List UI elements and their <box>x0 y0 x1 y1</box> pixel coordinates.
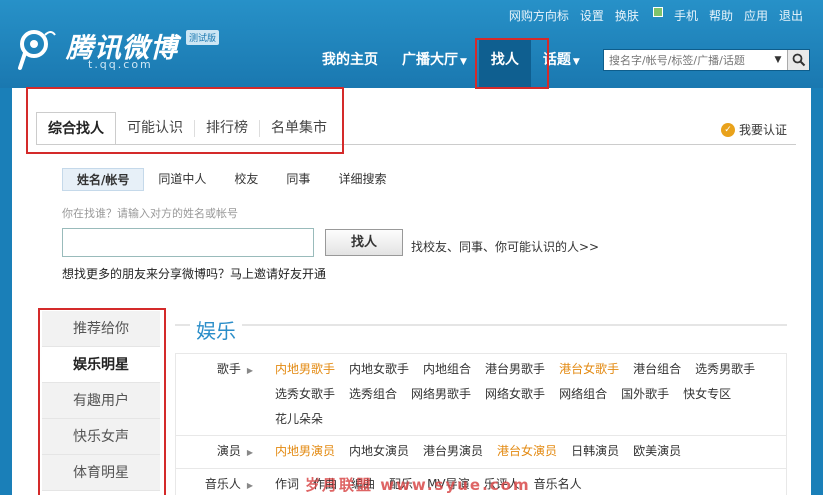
tab-divider <box>36 144 796 145</box>
category-name: 演员 ▶ <box>176 439 261 465</box>
tab[interactable]: 名单集市 <box>260 120 338 137</box>
invite-link[interactable]: 想找更多的朋友来分享微博吗？马上邀请好友开通 <box>62 265 326 282</box>
category-link[interactable]: 选秀组合 <box>349 382 397 407</box>
sidebar-item[interactable]: 快乐女声 <box>42 419 160 455</box>
category-link[interactable]: 网络组合 <box>559 382 607 407</box>
category-link[interactable]: 网络女歌手 <box>485 382 545 407</box>
triangle-right-icon: ▶ <box>246 481 253 490</box>
category-link[interactable]: 港台女演员 <box>497 439 557 465</box>
find-more-link[interactable]: 找校友、同事、你可能认识的人>> <box>411 238 599 255</box>
nav-item[interactable]: 话题 ▼ <box>531 40 592 88</box>
find-person-button[interactable]: 找人 <box>325 229 403 256</box>
nav-item-label: 广播大厅 <box>402 52 458 68</box>
category-link[interactable]: 作词 <box>275 472 299 495</box>
category-links: 内地男演员 内地女演员 港台男演员 港台女演员 日韩演员 欧美演员 <box>261 439 786 465</box>
top-link[interactable]: 退出 <box>779 7 803 24</box>
logo-url: t.qq.com <box>88 58 153 71</box>
verify-label: 我要认证 <box>738 123 787 137</box>
category-row: 歌手 ▶ 内地男歌手 内地女歌手 内地组合 港台男歌手 港台女歌手 港台组合 选秀男歌手选秀女歌… <box>176 354 786 436</box>
category-link[interactable]: 选秀男歌手 <box>695 357 755 382</box>
category-label: 歌手 <box>216 362 241 376</box>
sidebar-item[interactable]: 娱乐明星 <box>42 347 160 383</box>
nav-item[interactable]: 我的主页 <box>310 40 390 88</box>
category-link[interactable]: 内地女歌手 <box>349 357 409 382</box>
category-link[interactable]: 网络男歌手 <box>411 382 471 407</box>
watermark: 岁月联盟 www.syue.com <box>305 476 531 494</box>
category-link[interactable]: 内地组合 <box>423 357 471 382</box>
beta-badge: 测试版 <box>186 30 220 45</box>
nav-item-label: 找人 <box>490 52 519 68</box>
triangle-right-icon: ▶ <box>246 448 253 457</box>
top-link[interactable]: 网购方向标 <box>509 7 569 24</box>
top-link[interactable]: 应用 <box>744 7 768 24</box>
category-link[interactable]: 国外歌手 <box>621 382 669 407</box>
search-mode-tab[interactable]: 同道中人 <box>144 168 220 191</box>
category-link[interactable]: 选秀女歌手 <box>275 382 335 407</box>
find-person-input[interactable] <box>62 228 314 257</box>
category-link[interactable]: 港台女歌手 <box>559 357 619 382</box>
tab[interactable]: 综合找人 <box>36 112 116 145</box>
category-link[interactable]: 内地男演员 <box>275 439 335 465</box>
category-sidebar: 推荐给你 娱乐明星 有趣用户 快乐女声 体育明星 <box>42 311 160 491</box>
category-name: 歌手 ▶ <box>176 357 261 432</box>
category-link[interactable]: 内地男歌手 <box>275 357 335 382</box>
chevron-down-icon: ▼ <box>460 57 467 67</box>
search-mode-tabs: 姓名/帐号 同道中人 校友 同事 详细搜索 <box>62 168 400 191</box>
main-nav: 我的主页 广播大厅 ▼ 找人 话题 ▼ <box>310 40 592 96</box>
sidebar-item[interactable]: 有趣用户 <box>42 383 160 419</box>
category-row: 演员 ▶ 内地男演员 内地女演员 港台男演员 港台女演员 日韩演员 欧美演员 <box>176 436 786 469</box>
nav-item-label: 我的主页 <box>322 52 378 68</box>
category-link[interactable]: 港台组合 <box>633 357 681 382</box>
nav-item[interactable]: 找人 <box>478 40 531 96</box>
logo[interactable]: 腾讯微博 测试版 t.qq.com <box>14 26 244 76</box>
category-links: 内地男歌手 内地女歌手 内地组合 港台男歌手 港台女歌手 港台组合 选秀男歌手选秀女歌手 选秀… <box>261 357 786 432</box>
section-divider <box>175 324 787 326</box>
top-link[interactable]: 设置 <box>580 7 604 24</box>
category-label: 演员 <box>216 444 241 458</box>
search-mode-tab[interactable]: 同事 <box>272 168 324 191</box>
search-box: ▼ <box>603 49 810 71</box>
search-mode-tab[interactable]: 姓名/帐号 <box>62 168 145 191</box>
category-link[interactable]: 内地女演员 <box>349 439 409 465</box>
category-link[interactable]: 港台男歌手 <box>485 357 545 382</box>
tab[interactable]: 排行榜 <box>195 120 260 137</box>
top-link[interactable]: 换肤 <box>615 7 639 24</box>
category-link[interactable]: 花儿朵朵 <box>275 407 323 432</box>
search-hint: 你在找谁？请输入对方的姓名或帐号 <box>62 207 238 220</box>
verify-badge-icon: ✓ <box>720 122 735 137</box>
nav-item-label: 话题 <box>542 52 571 68</box>
chevron-down-icon: ▼ <box>572 57 580 67</box>
category-label: 音乐人 <box>204 477 241 491</box>
section-title: 娱乐 <box>190 315 242 344</box>
sidebar-item[interactable]: 体育明星 <box>42 455 160 491</box>
verify-link[interactable]: ✓ 我要认证 <box>720 121 787 138</box>
search-input[interactable] <box>604 50 769 70</box>
category-link[interactable]: 港台男演员 <box>423 439 483 465</box>
category-name: 音乐人 ▶ <box>176 472 261 495</box>
main-card: 综合找人 可能认识 排行榜 名单集市 ✓ 我要认证 姓名/帐号 同道中人 校友 同事 详细搜索… <box>12 88 811 495</box>
search-scope-dropdown[interactable]: ▼ <box>769 50 787 70</box>
category-link[interactable]: 快女专区 <box>683 382 731 407</box>
search-button[interactable] <box>787 50 809 70</box>
category-link[interactable]: 音乐名人 <box>534 472 582 495</box>
find-tabs: 综合找人 可能认识 排行榜 名单集市 <box>36 112 338 145</box>
sidebar-item[interactable]: 推荐给你 <box>42 311 160 347</box>
category-link[interactable]: 日韩演员 <box>571 439 619 465</box>
search-icon <box>792 53 805 67</box>
triangle-right-icon: ▶ <box>246 366 253 375</box>
top-links: 网购方向标 设置 换肤 手机 帮助 应用 退出 <box>509 7 803 24</box>
tab[interactable]: 可能认识 <box>116 120 195 137</box>
search-mode-tab[interactable]: 详细搜索 <box>324 168 400 191</box>
top-link[interactable]: 帮助 <box>709 7 733 24</box>
category-link[interactable]: 欧美演员 <box>633 439 681 465</box>
logo-icon <box>18 30 56 70</box>
top-link[interactable]: 手机 <box>674 7 698 24</box>
skin-icon <box>652 7 663 17</box>
search-mode-tab[interactable]: 校友 <box>220 168 272 191</box>
header: 网购方向标 设置 换肤 手机 帮助 应用 退出 腾讯微博 测试版 t.qq.com 我的主页… <box>0 0 823 96</box>
nav-item[interactable]: 广播大厅 ▼ <box>390 40 479 88</box>
